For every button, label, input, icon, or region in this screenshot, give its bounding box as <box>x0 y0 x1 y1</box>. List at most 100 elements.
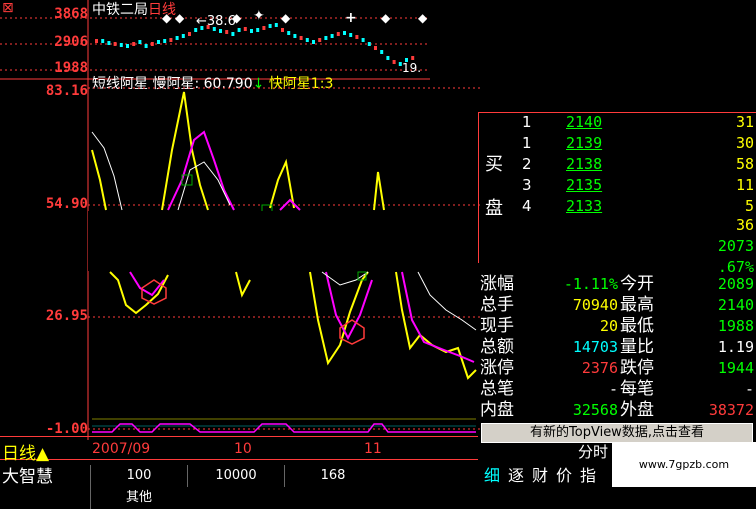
candle <box>392 60 396 64</box>
candle <box>262 26 266 30</box>
bottom-tab[interactable]: 100 <box>90 465 187 487</box>
extra-2: 2073 <box>717 237 754 255</box>
stats-value-1: 20 <box>599 317 618 335</box>
period-button-label: 日线 <box>2 444 36 464</box>
candle <box>386 56 390 60</box>
stats-label-1: 内盘 <box>480 400 514 420</box>
candle <box>281 28 284 32</box>
stats-label-1: 总笔 <box>480 379 514 399</box>
triangle-up-icon: ▲ <box>36 444 50 464</box>
right-tab[interactable]: 财 <box>528 465 552 487</box>
candle <box>219 29 222 33</box>
stats-value-2: 2140 <box>717 296 754 314</box>
orderbook-price: 2138 <box>566 155 603 173</box>
orderbook-price: 2135 <box>566 176 603 194</box>
stats-label-2: 量比 <box>620 337 654 357</box>
candle <box>330 34 334 38</box>
orderbook-row[interactable]: 1 2139 30 <box>512 133 756 154</box>
stats-value-2: 1.19 <box>717 338 754 356</box>
stats-label-2: 外盘 <box>620 400 654 420</box>
orderbook-row[interactable]: 1 2140 31 <box>512 112 756 133</box>
app-name: 大智慧 <box>2 467 53 487</box>
candle <box>101 39 105 43</box>
low-marker: 19. <box>402 61 421 75</box>
candle <box>243 27 247 31</box>
orderbook-level: 2 <box>522 155 532 173</box>
stats-label-2: 每笔 <box>620 379 654 399</box>
candle <box>126 44 129 48</box>
bottom-tab[interactable]: 其他 <box>90 487 187 509</box>
orderbook-vol: 11 <box>735 176 754 194</box>
candle <box>95 39 98 43</box>
fenshi-label[interactable]: 分时 <box>578 441 608 462</box>
stats-row: 总额 14703 量比 1.19 <box>480 337 756 358</box>
stats-value-1: 14703 <box>572 338 618 356</box>
svg-text:◆: ◆ <box>281 11 291 25</box>
stats-label-1: 现手 <box>480 316 514 336</box>
topview-banner[interactable]: 有新的TopView数据,点击查看 <box>481 423 753 443</box>
svg-text:+: + <box>345 10 357 26</box>
candle <box>150 42 154 46</box>
candle <box>107 41 111 45</box>
candle <box>268 24 272 28</box>
svg-text:◆: ◆ <box>232 11 242 25</box>
candle <box>274 23 278 27</box>
candle <box>312 40 315 44</box>
date-2: 10 <box>234 441 252 457</box>
candle <box>305 38 309 42</box>
orderbook-level: 3 <box>522 176 532 194</box>
candle <box>113 42 117 46</box>
candle <box>181 34 185 38</box>
candle <box>299 36 303 40</box>
orderbook-row[interactable]: 2 2138 58 <box>512 154 756 175</box>
svg-text:◆: ◆ <box>381 11 391 25</box>
candle <box>132 42 136 46</box>
bottom-tabs: 100 10000 168 其他 <box>90 465 476 509</box>
candle <box>367 42 371 46</box>
stats-label-1: 总手 <box>480 295 514 315</box>
candle <box>237 28 241 32</box>
stats-value-1: - <box>608 380 618 398</box>
candle <box>231 32 235 36</box>
candle <box>256 28 260 32</box>
candle <box>355 35 359 39</box>
period-button[interactable]: 日线▲ <box>2 439 49 464</box>
candle <box>250 29 253 33</box>
stats-label-2: 跌停 <box>620 358 654 378</box>
stats-panel: 涨幅 -1.11% 今开 2089 总手 70940 最高 2140 现手 20 最低 1988 总额 1… <box>480 274 756 421</box>
candle <box>336 32 340 36</box>
buy-label-1: 买 <box>485 154 503 175</box>
orderbook-row[interactable]: 3 2135 11 <box>512 175 756 196</box>
orderbook-level: 1 <box>522 113 532 131</box>
stats-value-2: 38372 <box>708 401 754 419</box>
right-tab[interactable]: 指 <box>576 465 600 487</box>
orderbook-vol: 31 <box>735 113 754 131</box>
stats-label-1: 涨幅 <box>480 274 514 294</box>
bottom-tab[interactable]: 168 <box>284 465 381 487</box>
stats-value-2: 1944 <box>717 359 754 377</box>
right-tab[interactable]: 价 <box>552 465 576 487</box>
stats-label-2: 今开 <box>620 274 654 294</box>
stats-row: 总手 70940 最高 2140 <box>480 295 756 316</box>
candle <box>374 46 377 50</box>
orderbook-row[interactable]: 4 2133 5 <box>512 196 756 217</box>
date-3: 11 <box>364 441 382 457</box>
svg-text:◆ ◆: ◆ ◆ <box>162 11 185 25</box>
stats-value-2: 1988 <box>717 317 754 335</box>
candle <box>175 36 179 40</box>
candle <box>380 50 384 54</box>
candle <box>225 30 229 34</box>
candle <box>324 36 328 40</box>
candle <box>361 38 365 42</box>
watermark: www.7gpzb.com <box>612 442 756 487</box>
candle <box>138 40 142 44</box>
right-tab[interactable]: 逐 <box>504 465 528 487</box>
svg-text:◆: ◆ <box>418 11 428 25</box>
bottom-tab[interactable]: 10000 <box>187 465 284 487</box>
candle <box>411 56 415 60</box>
right-tab[interactable]: 细 <box>480 465 504 487</box>
date-1: 2007/09 <box>92 441 151 457</box>
indicator-chart[interactable] <box>0 80 480 440</box>
candle <box>169 38 173 42</box>
orderbook-vol: 58 <box>735 155 754 173</box>
